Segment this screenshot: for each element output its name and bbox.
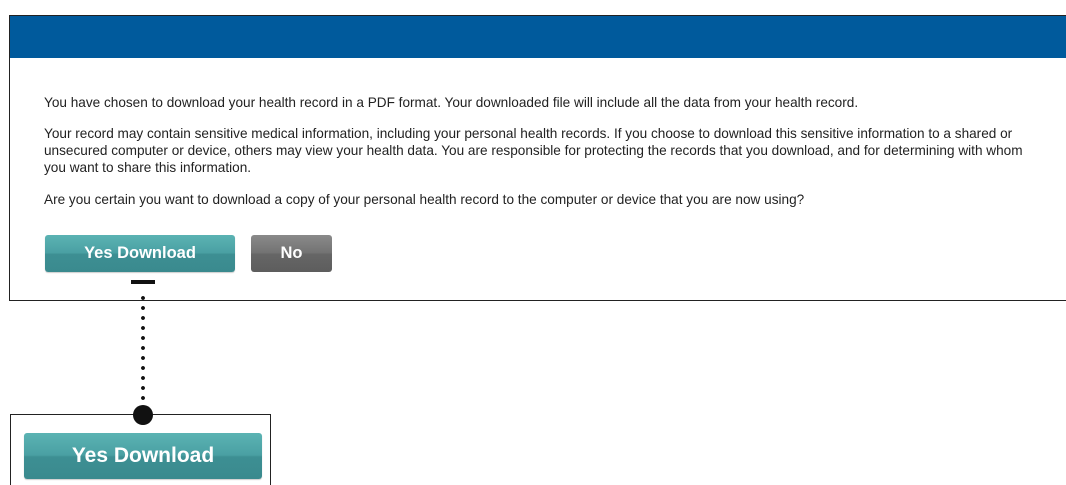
no-button[interactable]: No: [251, 235, 332, 272]
dialog-buttons: Yes Download No: [45, 235, 332, 272]
callout-endpoint-dot: [133, 405, 153, 425]
dialog-header-bar: [10, 16, 1066, 58]
yes-download-button[interactable]: Yes Download: [45, 235, 235, 272]
dialog-body: You have chosen to download your health …: [10, 58, 1066, 208]
sensitive-info-warning: Your record may contain sensitive medica…: [44, 126, 1023, 175]
callout-dotted-line: [141, 293, 145, 405]
zoomed-yes-download-button: Yes Download: [24, 433, 262, 479]
confirmation-question: Are you certain you want to download a c…: [44, 192, 805, 207]
callout-anchor-bar: [131, 280, 155, 284]
download-confirmation-dialog: You have chosen to download your health …: [9, 15, 1066, 301]
pdf-format-notice: You have chosen to download your health …: [44, 95, 859, 110]
